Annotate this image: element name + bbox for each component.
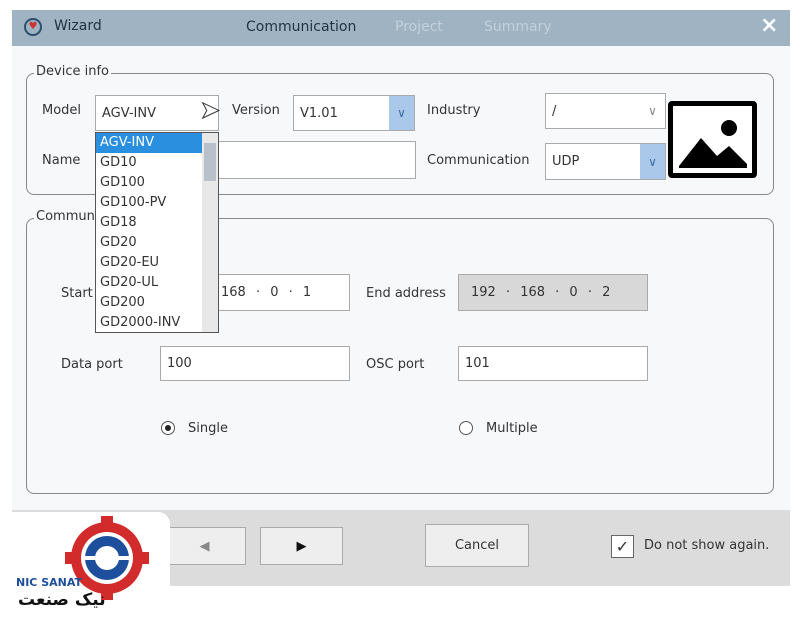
model-value: AGV-INV xyxy=(102,105,157,121)
dropdown-scrollbar[interactable] xyxy=(202,133,218,332)
device-info-legend: Device info xyxy=(34,64,111,79)
version-label: Version xyxy=(232,103,280,118)
osc-port-label: OSC port xyxy=(366,357,425,372)
nic-sanat-logo: NIC SANAT نیک صنعت xyxy=(12,512,170,616)
single-label: Single xyxy=(188,421,228,436)
dropdown-option[interactable]: GD100-PV xyxy=(96,193,202,213)
logo-text-en: NIC SANAT xyxy=(16,576,83,589)
chevron-down-icon[interactable]: ∨ xyxy=(389,96,414,130)
dropdown-option[interactable]: GD18 xyxy=(96,213,202,233)
osc-port-input[interactable]: 101 xyxy=(458,346,648,381)
dropdown-option[interactable]: GD20-EU xyxy=(96,253,202,273)
name-input[interactable] xyxy=(200,141,416,179)
model-label: Model xyxy=(42,103,82,118)
dropdown-option[interactable]: GD200 xyxy=(96,293,202,313)
dropdown-option[interactable]: GD20-UL xyxy=(96,273,202,293)
chevron-down-icon[interactable]: ∨ xyxy=(640,144,665,179)
do-not-show-checkbox[interactable]: ✓ xyxy=(611,535,634,558)
data-port-label: Data port xyxy=(61,357,123,372)
chevron-down-icon[interactable]: ∨ xyxy=(640,94,665,128)
industry-label: Industry xyxy=(427,103,481,118)
name-label: Name xyxy=(42,153,81,168)
image-placeholder-icon xyxy=(668,101,757,178)
step-communication: Communication xyxy=(246,19,357,35)
end-address-input: 192 · 168 · 0 · 2 xyxy=(458,274,648,311)
model-dropdown-list: AGV-INV GD10 GD100 GD100-PV GD18 GD20 GD… xyxy=(95,132,219,333)
do-not-show-label: Do not show again. xyxy=(644,538,770,553)
end-address-label: End address xyxy=(366,286,446,301)
dropdown-option[interactable]: GD10 xyxy=(96,153,202,173)
dropdown-option[interactable]: GD2000-INV xyxy=(96,313,202,333)
forward-button[interactable]: ▶ xyxy=(260,527,343,565)
dropdown-option[interactable]: GD20 xyxy=(96,233,202,253)
cancel-button[interactable]: Cancel xyxy=(425,524,529,567)
communication-value: UDP xyxy=(552,154,580,169)
industry-value: / xyxy=(552,103,557,119)
multiple-radio[interactable] xyxy=(459,421,473,435)
version-combo[interactable]: V1.01 ∨ xyxy=(293,95,415,131)
close-icon[interactable]: × xyxy=(760,13,778,38)
industry-combo[interactable]: / ∨ xyxy=(545,93,666,129)
version-value: V1.01 xyxy=(300,105,338,121)
communication-combo[interactable]: UDP ∨ xyxy=(545,143,666,180)
back-button[interactable]: ◀ xyxy=(163,527,246,565)
window-title: Wizard xyxy=(54,18,102,34)
step-project: Project xyxy=(395,19,443,35)
communication-label: Communication xyxy=(427,153,530,168)
mouse-cursor-icon: ➤ xyxy=(199,96,221,125)
single-radio[interactable] xyxy=(161,421,175,435)
step-summary: Summary xyxy=(484,19,552,35)
title-bar: ♥ Wizard Communication Project Summary × xyxy=(12,10,790,46)
app-icon: ♥ xyxy=(24,18,42,36)
logo-text-fa: نیک صنعت xyxy=(18,590,106,610)
dropdown-option[interactable]: GD100 xyxy=(96,173,202,193)
multiple-label: Multiple xyxy=(486,421,538,436)
dropdown-option[interactable]: AGV-INV xyxy=(96,133,202,153)
data-port-input[interactable]: 100 xyxy=(160,346,350,381)
